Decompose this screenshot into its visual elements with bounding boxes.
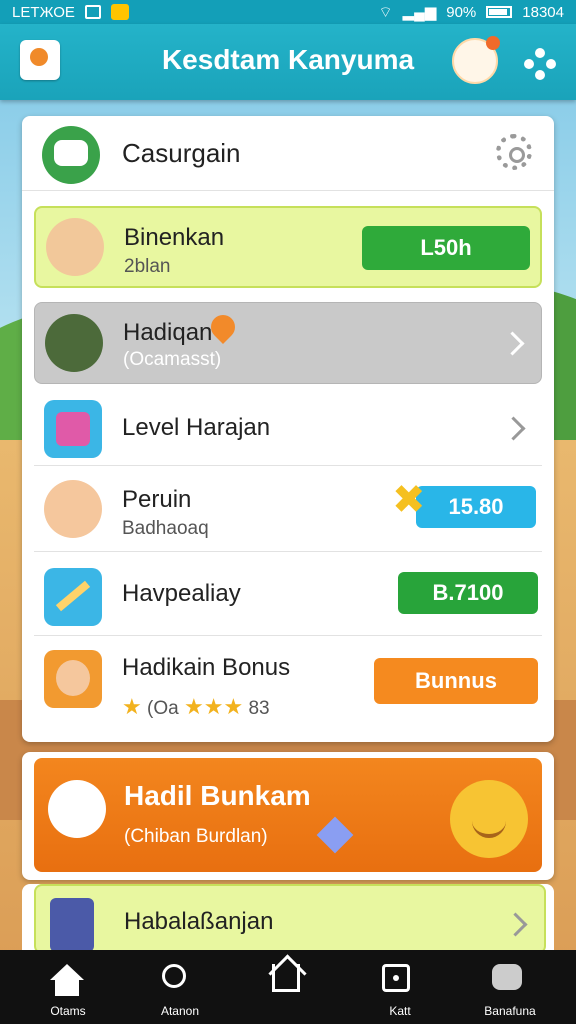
mascot-magnifier-icon [48, 780, 106, 838]
tab-home[interactable]: Otams [18, 950, 118, 1024]
main-card: Casurgain Binenkan 2blan L50h Hadiqan (O… [22, 116, 554, 742]
action-button[interactable]: L50h [362, 226, 530, 270]
star-icon: ★ [203, 694, 224, 719]
item-name: Habalaßanjan [124, 908, 274, 935]
card-header: Casurgain [22, 116, 554, 191]
item-name: Binenkan [124, 224, 225, 251]
tab-house[interactable] [238, 950, 338, 1024]
star-icon: ★ [183, 694, 204, 719]
rating: ★ (Oa ★★★ 83 [122, 694, 270, 720]
house-outline-icon-body [272, 964, 300, 992]
wifi-icon: ⌔ [378, 3, 393, 21]
tab-label: Atanon [160, 1004, 200, 1018]
robot-icon [492, 964, 522, 990]
promo-title: Hadil Bunkam [124, 780, 311, 811]
tab-search[interactable]: Atanon [130, 950, 230, 1024]
chevron-right-icon [500, 331, 525, 356]
promo-banner[interactable]: Hadil Bunkam (Chiban Burdlan) [22, 752, 554, 880]
gear-icon[interactable] [496, 134, 532, 170]
value-button[interactable]: B.7100 [398, 572, 538, 614]
star-icon: ★ [122, 694, 142, 719]
clock: 18304 [522, 3, 564, 21]
smiley-icon [450, 780, 528, 858]
tab-banafuna[interactable]: Banafuna [460, 950, 560, 1024]
chevron-right-icon [503, 912, 528, 937]
bottom-tab-bar: Otams Atanon Katt Banafuna [0, 950, 576, 1024]
item-name: Peruin [122, 486, 192, 513]
tab-label: Otams [50, 1004, 86, 1018]
notification-icon [84, 5, 101, 19]
list-item[interactable]: Havpealiay B.7100 [34, 556, 542, 636]
item-subtitle: 2blan [124, 256, 171, 277]
star-burst-icon: ✖ [392, 478, 426, 522]
battery-icon [486, 6, 513, 18]
list-item[interactable]: Binenkan 2blan L50h [34, 206, 542, 288]
card-title: Casurgain [122, 138, 241, 168]
value-button[interactable]: 15.80 [416, 486, 536, 528]
carrier-label: LЕТЖОЕ [12, 3, 75, 21]
search-icon [162, 964, 186, 988]
promo-panel: Hadil Bunkam (Chiban Burdlan) [34, 758, 542, 872]
star-icon: ★ [223, 694, 244, 719]
battery-percent: 90% [446, 3, 477, 21]
app-header: Kesdtam Kanyuma [0, 24, 576, 100]
gem-icon [316, 816, 354, 854]
item-name: Level Harajan [122, 414, 271, 441]
list-item[interactable]: Level Harajan [34, 390, 542, 466]
item-name: Hadikain Bonus [122, 654, 291, 681]
avatar [46, 218, 104, 276]
box-icon [382, 964, 410, 992]
brush-icon [44, 568, 102, 626]
menu-dots-icon[interactable] [524, 48, 556, 80]
tab-label: Katt [389, 1004, 411, 1018]
bonus-button[interactable]: Bunnus [374, 658, 538, 704]
rating-prefix: (Oa [147, 698, 179, 719]
mascot-avatar [42, 126, 100, 184]
box-character-icon [50, 898, 94, 952]
list-item[interactable]: Peruin Badhaoaq 15.80 ✖ [34, 468, 542, 552]
list-item[interactable]: Hadiqan (Ocamasst) [34, 302, 542, 384]
status-bar: LЕТЖОЕ ⌔ ▂▄▆ 90% 18304 [0, 0, 576, 24]
tab-label: Banafuna [484, 1004, 536, 1018]
list-item[interactable]: Hadikain Bonus ★ (Oa ★★★ 83 Bunnus [34, 638, 542, 734]
chevron-right-icon [501, 416, 526, 441]
rating-value: 83 [248, 698, 270, 719]
item-subtitle: (Ocamasst) [123, 349, 222, 370]
tab-katt[interactable]: Katt [350, 950, 450, 1024]
item-name: Havpealiay [122, 580, 241, 607]
cube-icon [44, 400, 102, 458]
home-icon [50, 964, 84, 980]
app-notification-icon [110, 4, 129, 20]
avatar [44, 650, 102, 708]
avatar [44, 480, 102, 538]
home-icon-body [55, 980, 79, 996]
item-subtitle: Badhaoaq [122, 518, 209, 539]
item-name: Hadiqan [123, 319, 213, 346]
mascot-search-icon[interactable] [452, 36, 500, 84]
list-item[interactable]: Habalaßanjan [34, 884, 546, 954]
avatar [45, 314, 103, 372]
signal-icon: ▂▄▆ [402, 4, 437, 21]
promo-subtitle: (Chiban Burdlan) [124, 826, 268, 847]
